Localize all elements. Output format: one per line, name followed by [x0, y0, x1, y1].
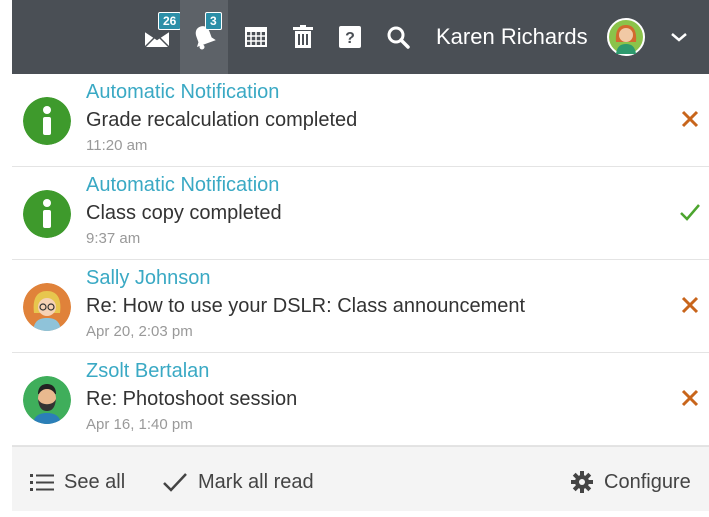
see-all-label: See all: [64, 470, 126, 493]
notification-item[interactable]: Automatic Notification Class copy comple…: [12, 167, 709, 260]
search-button[interactable]: [383, 0, 413, 74]
messages-count-badge: 26: [158, 12, 182, 30]
notification-subject: Grade recalculation completed: [86, 109, 358, 131]
user-avatar-image: [607, 18, 645, 56]
notification-subject: Class copy completed: [86, 202, 282, 224]
chevron-down-icon: [671, 33, 687, 42]
user-menu-toggle[interactable]: [664, 0, 694, 74]
mark-read-button[interactable]: [677, 199, 703, 225]
notification-time: Apr 20, 2:03 pm: [86, 323, 193, 340]
calendar-button[interactable]: [240, 0, 272, 74]
help-icon: ?: [339, 26, 361, 48]
see-all-button[interactable]: See all: [30, 447, 125, 517]
user-avatar[interactable]: [606, 0, 646, 74]
dismiss-button[interactable]: [677, 385, 703, 411]
dismiss-button[interactable]: [677, 106, 703, 132]
notifications-button[interactable]: 3: [180, 0, 228, 74]
notification-sender[interactable]: Sally Johnson: [86, 267, 211, 290]
help-button[interactable]: ?: [335, 0, 365, 74]
gear-icon: [571, 471, 593, 493]
notification-list: Automatic Notification Grade recalculati…: [12, 74, 709, 446]
search-icon: [387, 26, 410, 49]
notification-item[interactable]: Automatic Notification Grade recalculati…: [12, 74, 709, 167]
user-avatar: [23, 283, 71, 331]
configure-button[interactable]: Configure: [570, 447, 691, 517]
messages-button[interactable]: 26: [132, 0, 182, 74]
mark-all-read-label: Mark all read: [198, 470, 314, 493]
notification-time: Apr 16, 1:40 pm: [86, 416, 193, 433]
check-icon: [680, 204, 700, 221]
dismiss-button[interactable]: [677, 292, 703, 318]
notification-time: 11:20 am: [86, 137, 148, 154]
dismiss-icon: [681, 389, 699, 407]
notification-sender[interactable]: Zsolt Bertalan: [86, 360, 209, 383]
svg-text:?: ?: [345, 30, 355, 47]
dismiss-icon: [681, 296, 699, 314]
notification-subject: Re: How to use your DSLR: Class announce…: [86, 295, 526, 317]
user-avatar: [23, 376, 71, 424]
user-name[interactable]: Karen Richards: [436, 0, 588, 74]
top-navigation-bar: 26 3 ? Karen Richards: [12, 0, 709, 74]
notification-item[interactable]: Zsolt Bertalan Re: Photoshoot session Ap…: [12, 353, 709, 446]
list-icon: [30, 474, 54, 491]
trash-button[interactable]: [288, 0, 318, 74]
notification-sender[interactable]: Automatic Notification: [86, 174, 279, 197]
info-icon: [23, 97, 71, 145]
notification-sender[interactable]: Automatic Notification: [86, 81, 279, 104]
notifications-count-badge: 3: [205, 12, 222, 30]
check-icon: [163, 473, 187, 492]
notification-subject: Re: Photoshoot session: [86, 388, 298, 410]
calendar-icon: [245, 27, 267, 47]
dismiss-icon: [681, 110, 699, 128]
notification-item[interactable]: Sally Johnson Re: How to use your DSLR: …: [12, 260, 709, 353]
configure-label: Configure: [604, 470, 691, 493]
info-icon: [23, 190, 71, 238]
trash-icon: [293, 25, 313, 48]
notification-time: 9:37 am: [86, 230, 141, 247]
mark-all-read-button[interactable]: Mark all read: [162, 447, 314, 517]
notifications-footer: See all Mark all read Configure: [12, 446, 709, 511]
